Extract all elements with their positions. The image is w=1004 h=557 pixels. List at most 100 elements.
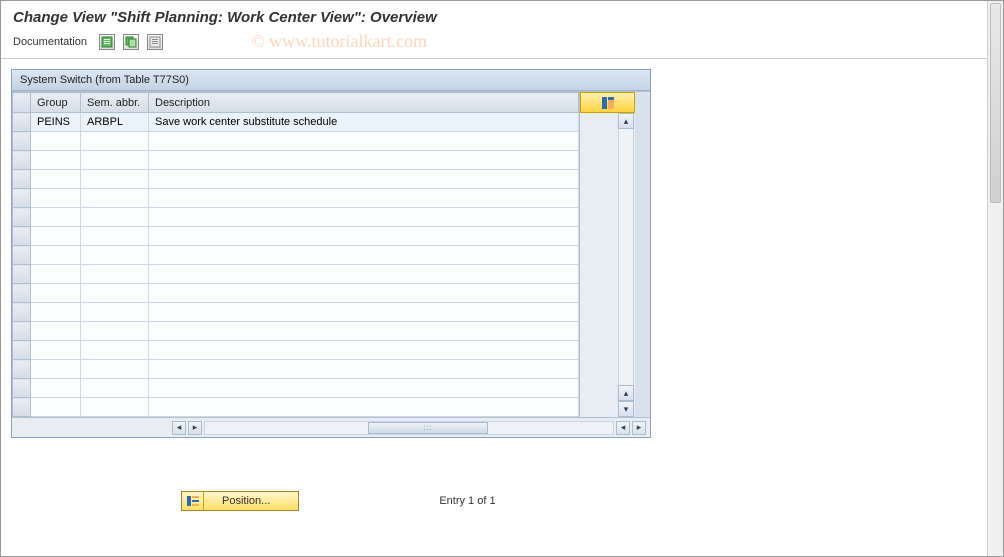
row-select-handle[interactable] [13, 189, 31, 208]
row-select-handle[interactable] [13, 208, 31, 227]
row-select-handle[interactable] [13, 246, 31, 265]
table-row-empty[interactable] [13, 227, 579, 246]
horizontal-scroll-thumb[interactable]: ::: [368, 422, 488, 434]
cell-desc[interactable] [149, 189, 579, 208]
delete-entries-icon[interactable] [147, 34, 163, 50]
cell-group[interactable] [31, 151, 81, 170]
scroll-row-up-button[interactable]: ▴ [618, 385, 634, 401]
cell-desc[interactable] [149, 208, 579, 227]
table-row-empty[interactable] [13, 379, 579, 398]
cell-abbr[interactable] [81, 227, 149, 246]
cell-group[interactable] [31, 322, 81, 341]
row-select-handle[interactable] [13, 227, 31, 246]
cell-desc[interactable] [149, 360, 579, 379]
row-select-handle[interactable] [13, 341, 31, 360]
cell-group[interactable] [31, 303, 81, 322]
cell-group[interactable] [31, 208, 81, 227]
cell-abbr[interactable] [81, 265, 149, 284]
cell-desc[interactable] [149, 322, 579, 341]
cell-desc[interactable]: Save work center substitute schedule [149, 113, 579, 132]
table-row-empty[interactable] [13, 246, 579, 265]
cell-abbr[interactable] [81, 341, 149, 360]
cell-group[interactable] [31, 341, 81, 360]
table-settings-button[interactable] [580, 92, 635, 113]
scroll-up-button[interactable]: ▴ [618, 113, 634, 129]
horizontal-scroll-track[interactable]: ::: [204, 421, 614, 435]
table-row-empty[interactable] [13, 132, 579, 151]
row-select-handle[interactable] [13, 303, 31, 322]
select-all-handle[interactable] [13, 93, 31, 113]
table-row-empty[interactable] [13, 208, 579, 227]
cell-desc[interactable] [149, 379, 579, 398]
cell-group[interactable]: PEINS [31, 113, 81, 132]
table-row-empty[interactable] [13, 265, 579, 284]
row-select-handle[interactable] [13, 284, 31, 303]
cell-abbr[interactable] [81, 284, 149, 303]
row-select-handle[interactable] [13, 113, 31, 132]
table-row-empty[interactable] [13, 360, 579, 379]
col-header-group[interactable]: Group [31, 93, 81, 113]
cell-group[interactable] [31, 398, 81, 417]
scroll-first-button[interactable]: ◂ [172, 421, 186, 435]
row-select-handle[interactable] [13, 398, 31, 417]
row-select-handle[interactable] [13, 360, 31, 379]
cell-group[interactable] [31, 284, 81, 303]
cell-group[interactable] [31, 227, 81, 246]
cell-desc[interactable] [149, 170, 579, 189]
cell-abbr[interactable] [81, 398, 149, 417]
col-header-desc[interactable]: Description [149, 93, 579, 113]
cell-abbr[interactable] [81, 132, 149, 151]
row-select-handle[interactable] [13, 151, 31, 170]
row-select-handle[interactable] [13, 379, 31, 398]
cell-abbr[interactable] [81, 151, 149, 170]
cell-group[interactable] [31, 132, 81, 151]
table-row-empty[interactable] [13, 303, 579, 322]
table-row-empty[interactable] [13, 170, 579, 189]
cell-group[interactable] [31, 170, 81, 189]
copy-entries-icon[interactable] [123, 34, 139, 50]
cell-abbr[interactable] [81, 170, 149, 189]
cell-group[interactable] [31, 189, 81, 208]
cell-abbr[interactable] [81, 208, 149, 227]
row-select-handle[interactable] [13, 322, 31, 341]
cell-abbr[interactable] [81, 360, 149, 379]
cell-desc[interactable] [149, 132, 579, 151]
cell-group[interactable] [31, 360, 81, 379]
position-button[interactable]: Position... [181, 491, 299, 511]
page-scroll-thumb[interactable] [990, 3, 1001, 203]
scroll-left-button[interactable]: ▸ [188, 421, 202, 435]
col-header-abbr[interactable]: Sem. abbr. [81, 93, 149, 113]
page-vertical-scrollbar[interactable] [987, 1, 1003, 556]
vertical-scroll-track[interactable] [618, 129, 634, 385]
documentation-link[interactable]: Documentation [13, 36, 87, 48]
table-row-empty[interactable] [13, 398, 579, 417]
new-entries-icon[interactable] [99, 34, 115, 50]
table-row-empty[interactable] [13, 341, 579, 360]
cell-group[interactable] [31, 265, 81, 284]
cell-desc[interactable] [149, 227, 579, 246]
cell-desc[interactable] [149, 151, 579, 170]
scroll-last-button[interactable]: ▸ [632, 421, 646, 435]
row-select-handle[interactable] [13, 132, 31, 151]
scroll-right-button[interactable]: ◂ [616, 421, 630, 435]
cell-desc[interactable] [149, 341, 579, 360]
cell-desc[interactable] [149, 246, 579, 265]
cell-abbr[interactable] [81, 303, 149, 322]
table-row-empty[interactable] [13, 284, 579, 303]
cell-abbr[interactable]: ARBPL [81, 113, 149, 132]
cell-abbr[interactable] [81, 379, 149, 398]
cell-desc[interactable] [149, 265, 579, 284]
cell-group[interactable] [31, 246, 81, 265]
table-row-empty[interactable] [13, 151, 579, 170]
scroll-row-down-button[interactable]: ▾ [618, 401, 634, 417]
cell-desc[interactable] [149, 303, 579, 322]
table-row-empty[interactable] [13, 322, 579, 341]
row-select-handle[interactable] [13, 265, 31, 284]
row-select-handle[interactable] [13, 170, 31, 189]
cell-abbr[interactable] [81, 189, 149, 208]
cell-abbr[interactable] [81, 322, 149, 341]
table-row[interactable]: PEINSARBPLSave work center substitute sc… [13, 113, 579, 132]
cell-desc[interactable] [149, 398, 579, 417]
data-grid[interactable]: Group Sem. abbr. Description PEINSARBPLS… [12, 92, 579, 417]
table-row-empty[interactable] [13, 189, 579, 208]
